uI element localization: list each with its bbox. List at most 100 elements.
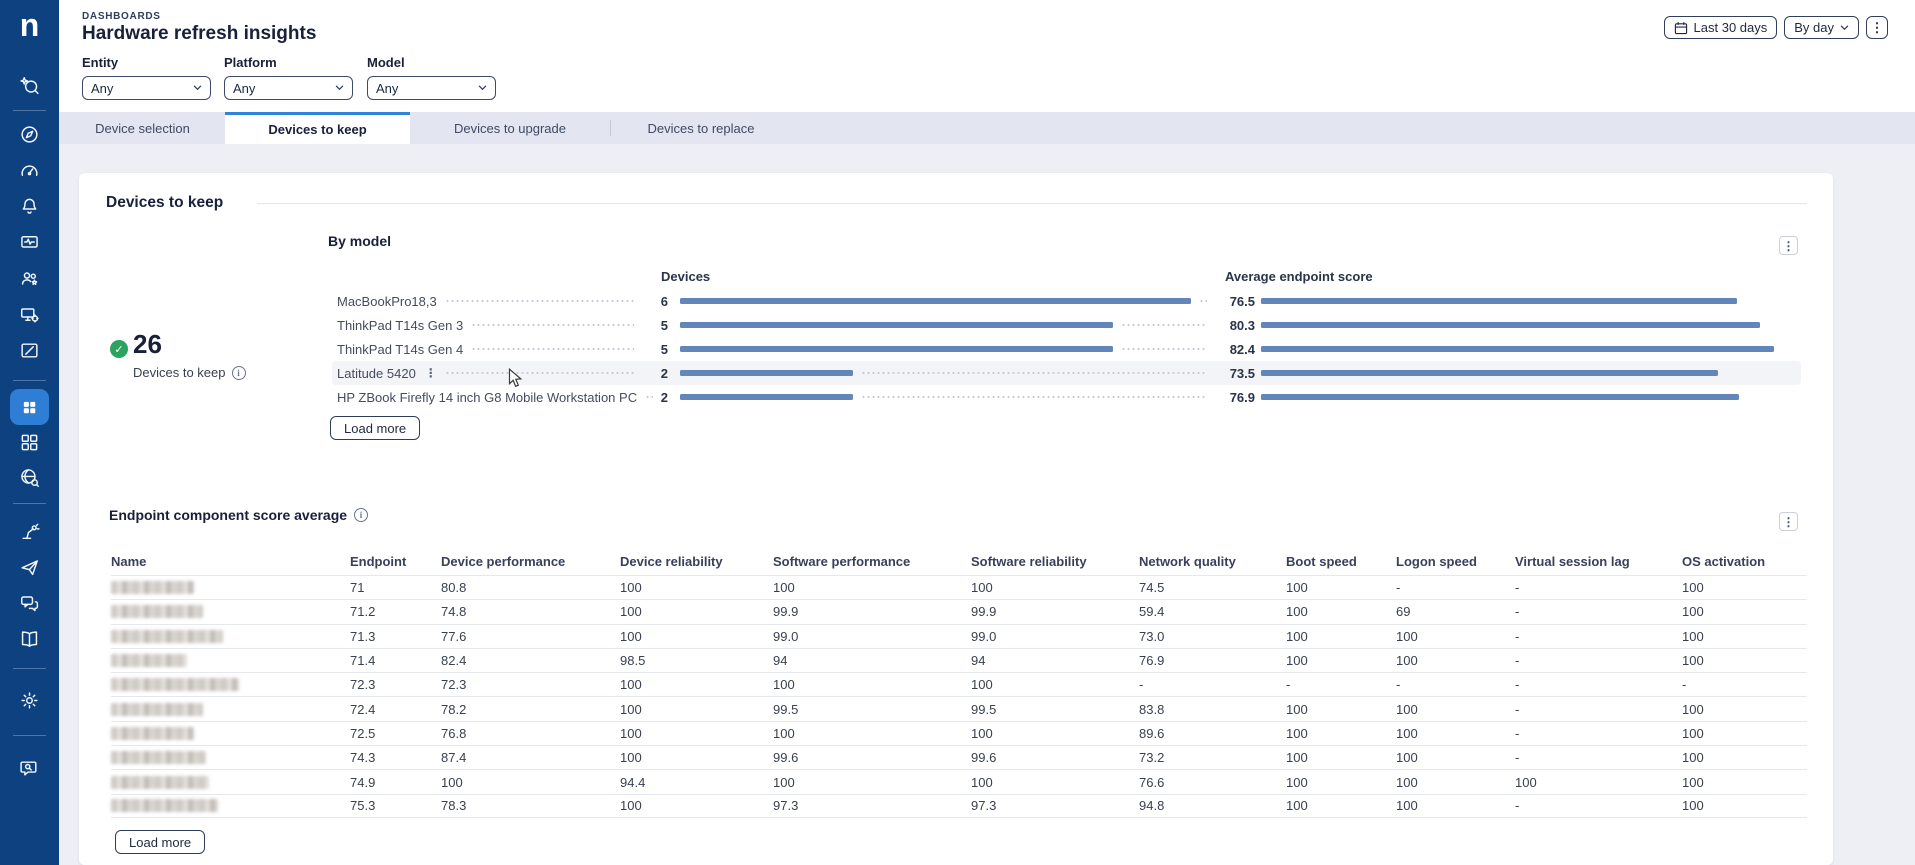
ai-search-icon[interactable]	[0, 69, 59, 101]
chart-row[interactable]: ThinkPad T14s Gen 4 5 82.4	[332, 337, 1801, 361]
kpi-label: Devices to keep	[133, 365, 226, 380]
table-kebab-button[interactable]: ⋮	[1779, 512, 1798, 531]
devices-bar	[680, 370, 853, 376]
redacted-text-blur	[111, 799, 218, 813]
table-row: 72.4 78.2 100 99.5 99.5 83.8 100 100 - 100	[111, 696, 1807, 720]
documentation-book-icon[interactable]	[0, 623, 59, 655]
table-cell: 100	[441, 774, 463, 790]
header-kebab-button[interactable]: ⋮	[1866, 16, 1888, 39]
table-title: Endpoint component score average	[109, 507, 348, 523]
entity-select[interactable]: Any	[82, 76, 211, 100]
devices-count: 5	[660, 341, 668, 357]
settings-gear-icon[interactable]	[0, 684, 59, 716]
support-chat-search-icon[interactable]	[0, 752, 59, 784]
workforce-people-star-icon[interactable]	[0, 262, 59, 294]
table-cell: 100	[971, 725, 993, 741]
table-cell: 100	[1396, 725, 1418, 741]
score-table: Name Endpoint Device performance Device rel…	[111, 548, 1807, 818]
chart-kebab-button[interactable]: ⋮	[1779, 236, 1798, 255]
column-header: OS activation	[1682, 554, 1766, 569]
chevron-down-icon	[335, 85, 344, 91]
redacted-text-blur	[111, 654, 187, 668]
table-load-more-button[interactable]: Load more	[115, 830, 206, 854]
table-cell: 87.4	[441, 750, 467, 766]
chart-category-label: HP ZBook Firefly 14 inch G8 Mobile Works…	[337, 389, 638, 405]
score-bar	[1261, 370, 1718, 376]
calendar-icon	[1674, 21, 1687, 34]
device-name-redacted	[111, 726, 350, 740]
engage-chat-bubbles-icon[interactable]	[0, 587, 59, 619]
info-icon[interactable]: i	[354, 508, 369, 522]
score-bar	[1261, 346, 1774, 352]
chart-row[interactable]: MacBookPro18,3 6 76.5	[332, 289, 1801, 313]
explore-compass-icon[interactable]	[0, 118, 59, 150]
automation-paper-plane-icon[interactable]	[0, 551, 59, 583]
table-cell: -	[1396, 580, 1401, 596]
table-cell: 100	[1286, 725, 1308, 741]
devices-count: 2	[660, 365, 668, 381]
tab-devices-to-replace[interactable]: Devices to replace	[610, 112, 792, 144]
redacted-text-blur	[111, 751, 206, 765]
devices-count: 5	[660, 317, 668, 333]
table-cell: 76.9	[1139, 653, 1165, 669]
tab-devices-to-upgrade[interactable]: Devices to upgrade	[410, 112, 610, 144]
table-cell: 100	[1682, 774, 1704, 790]
nexthink-logo[interactable]: n	[0, 4, 59, 46]
table-cell: 73.0	[1139, 628, 1165, 644]
table-cell: 100	[1286, 798, 1308, 814]
web-globe-search-icon[interactable]	[0, 461, 59, 493]
dashboards-grid-icon[interactable]	[0, 389, 59, 425]
column-header: Boot speed	[1286, 554, 1357, 569]
tab-bar: Device selection Devices to keep Devices t…	[59, 112, 1915, 144]
tab-device-selection[interactable]: Device selection	[60, 112, 225, 144]
table-cell: -	[1515, 750, 1520, 766]
table-cell: -	[1515, 798, 1520, 814]
campaigns-canvas-pen-icon[interactable]	[0, 334, 59, 366]
table-cell: 99.6	[773, 750, 799, 766]
redacted-text-blur	[111, 581, 194, 595]
table-cell: 99.9	[773, 604, 799, 620]
redacted-text-blur	[111, 726, 194, 740]
device-monitor-pulse-icon[interactable]	[0, 226, 59, 258]
check-circle-icon: ✓	[110, 340, 128, 358]
column-header: Software performance	[773, 554, 911, 569]
filter-entity: Entity Any	[82, 55, 211, 100]
time-range-button[interactable]: Last 30 days	[1663, 16, 1778, 39]
table-cell: 100	[773, 677, 795, 693]
tab-devices-to-keep[interactable]: Devices to keep	[225, 112, 410, 144]
column-header: Logon speed	[1396, 554, 1477, 569]
chart-header-score: Average endpoint score	[1225, 269, 1373, 284]
investigate-lamp-icon[interactable]	[0, 515, 59, 547]
chart-load-more-button[interactable]: Load more	[330, 416, 421, 440]
table-cell: 100	[773, 725, 795, 741]
chart-row[interactable]: Latitude 5420 ⋮ 2 73.5	[332, 361, 1801, 385]
dotted-leader	[444, 300, 634, 302]
table-cell: 99.0	[773, 628, 799, 644]
device-name-redacted	[111, 581, 350, 595]
info-icon[interactable]: i	[231, 365, 246, 380]
table-cell: 100	[1396, 774, 1418, 790]
chart-row[interactable]: ThinkPad T14s Gen 3 5 80.3	[332, 313, 1801, 337]
table-cell: 100	[773, 774, 795, 790]
alerts-bell-icon[interactable]	[0, 190, 59, 222]
table-cell: 94.4	[620, 774, 646, 790]
time-range-label: Last 30 days	[1693, 20, 1768, 35]
devices-count: 2	[660, 389, 668, 405]
table-cell: 100	[1396, 701, 1418, 717]
score-value: 73.5	[1229, 365, 1255, 381]
remote-devices-gear-icon[interactable]	[0, 298, 59, 330]
device-name-redacted	[111, 702, 350, 716]
row-kebab-button[interactable]: ⋮	[425, 366, 437, 380]
table-cell: 72.5	[350, 725, 376, 741]
chart-row[interactable]: HP ZBook Firefly 14 inch G8 Mobile Works…	[332, 385, 1801, 409]
filter-entity-label: Entity	[82, 55, 119, 70]
gauge-icon[interactable]	[0, 154, 59, 186]
table-cell: 100	[1682, 750, 1704, 766]
granularity-select[interactable]: By day	[1784, 16, 1859, 39]
library-blocks-icon[interactable]	[0, 426, 59, 458]
table-cell: 71.3	[350, 628, 376, 644]
score-value: 82.4	[1229, 341, 1255, 357]
model-select[interactable]: Any	[367, 76, 496, 100]
platform-select[interactable]: Any	[224, 76, 353, 100]
devices-bar	[680, 394, 853, 400]
